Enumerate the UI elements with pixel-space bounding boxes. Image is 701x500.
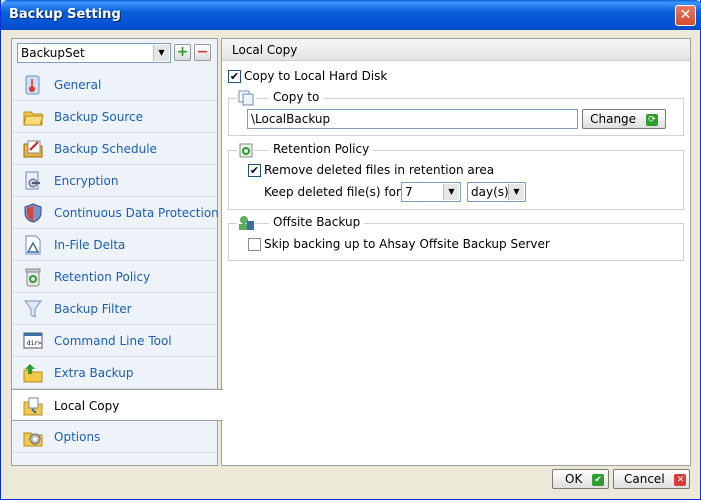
backup-setting-window: Backup Setting ✕ BackupSet ▼ + − General… (0, 0, 701, 500)
change-button-label: Change (590, 112, 637, 126)
schedule-icon (22, 138, 44, 160)
skip-offsite-label: Skip backing up to Ahsay Offsite Backup … (264, 237, 550, 251)
skip-offsite-checkbox[interactable] (248, 238, 261, 251)
nav-item-extra-backup[interactable]: Extra Backup (12, 357, 217, 389)
copy-to-group: Copy to \LocalBackup Change ⟳ (228, 89, 684, 136)
svg-text:dir>: dir> (27, 340, 42, 347)
nav-item-label: In-File Delta (54, 238, 126, 252)
change-button[interactable]: Change ⟳ (582, 109, 666, 129)
nav-item-label: Backup Source (54, 110, 144, 124)
cancel-button-label: Cancel (624, 472, 665, 486)
close-button[interactable]: ✕ (675, 5, 696, 26)
nav-item-label: Extra Backup (54, 366, 134, 380)
backup-set-select[interactable]: BackupSet ▼ (17, 43, 171, 63)
nav-item-label: General (54, 78, 102, 92)
nav-item-label: Options (54, 430, 101, 444)
nav-item-backup-schedule[interactable]: Backup Schedule (12, 133, 217, 165)
copy-to-title: Copy to (269, 90, 324, 104)
offsite-backup-title: Offsite Backup (269, 215, 365, 229)
backup-set-value: BackupSet (21, 46, 85, 60)
nav-item-backup-filter[interactable]: Backup Filter (12, 293, 217, 325)
nav-item-label: Retention Policy (54, 270, 151, 284)
cancel-button[interactable]: Cancel ✕ (613, 469, 690, 489)
title-bar[interactable]: Backup Setting ✕ (1, 0, 701, 30)
retention-icon (237, 141, 255, 159)
nav-item-general[interactable]: General (12, 69, 217, 101)
nav-item-label: Backup Filter (54, 302, 132, 316)
retention-policy-title: Retention Policy (269, 142, 374, 156)
recycle-bin-icon (22, 266, 44, 288)
nav-item-command-line-tool[interactable]: dir> Command Line Tool (12, 325, 217, 357)
ok-button[interactable]: OK ✔ (552, 469, 609, 489)
copy-to-path-field[interactable]: \LocalBackup (247, 109, 578, 129)
document-icon (22, 234, 44, 256)
check-icon: ✔ (592, 473, 605, 486)
nav-item-backup-source[interactable]: Backup Source (12, 101, 217, 133)
extra-backup-icon (22, 362, 44, 384)
left-nav-panel: BackupSet ▼ + − General Backup Source Ba… (11, 38, 223, 466)
remove-backup-set-button[interactable]: − (194, 44, 211, 61)
keep-days-value: 7 (405, 185, 413, 199)
funnel-icon (22, 298, 44, 320)
nav-item-local-copy[interactable]: Local Copy (12, 389, 223, 421)
encryption-icon (22, 170, 44, 192)
nav-item-label: Continuous Data Protection (54, 206, 219, 220)
general-icon (22, 74, 44, 96)
nav-item-retention-policy[interactable]: Retention Policy (12, 261, 217, 293)
nav-item-label: Backup Schedule (54, 142, 157, 156)
ok-button-label: OK (565, 472, 583, 486)
nav-item-options[interactable]: Options (12, 421, 217, 453)
offsite-backup-group: Offsite Backup Skip backing up to Ahsay … (228, 214, 684, 261)
section-title: Local Copy (222, 39, 690, 61)
copy-to-local-checkbox[interactable]: ✔ (228, 70, 241, 83)
keep-unit-value: day(s) (471, 185, 509, 199)
chevron-down-icon[interactable]: ▼ (508, 184, 524, 200)
add-backup-set-button[interactable]: + (174, 44, 191, 61)
chevron-down-icon[interactable]: ▼ (153, 45, 169, 61)
retention-policy-group: Retention Policy ✔ Remove deleted files … (228, 141, 684, 210)
nav-item-in-file-delta[interactable]: In-File Delta (12, 229, 217, 261)
options-gear-icon (22, 426, 44, 448)
copy-icon (237, 89, 255, 107)
local-copy-icon (22, 395, 44, 417)
terminal-icon: dir> (22, 330, 44, 352)
settings-nav: General Backup Source Backup Schedule En… (12, 69, 223, 453)
local-copy-panel: Local Copy ✔ Copy to Local Hard Disk Cop… (221, 38, 691, 466)
copy-to-local-label: Copy to Local Hard Disk (244, 69, 388, 83)
keep-days-select[interactable]: 7 ▼ (401, 182, 461, 202)
nav-item-label: Command Line Tool (54, 334, 172, 348)
remove-deleted-label: Remove deleted files in retention area (264, 163, 495, 177)
nav-item-label: Encryption (54, 174, 119, 188)
remove-deleted-checkbox[interactable]: ✔ (248, 164, 261, 177)
cancel-x-icon: ✕ (674, 473, 687, 486)
offsite-server-icon (237, 214, 255, 232)
shield-icon (22, 202, 44, 224)
keep-deleted-label: Keep deleted file(s) for : (264, 185, 409, 199)
keep-unit-select[interactable]: day(s) ▼ (467, 182, 526, 202)
refresh-icon: ⟳ (645, 113, 658, 126)
window-title: Backup Setting (9, 7, 121, 22)
nav-item-label: Local Copy (54, 399, 120, 413)
folder-icon (22, 106, 44, 128)
chevron-down-icon[interactable]: ▼ (443, 184, 459, 200)
nav-item-encryption[interactable]: Encryption (12, 165, 217, 197)
nav-item-continuous-data-protection[interactable]: Continuous Data Protection (12, 197, 219, 229)
